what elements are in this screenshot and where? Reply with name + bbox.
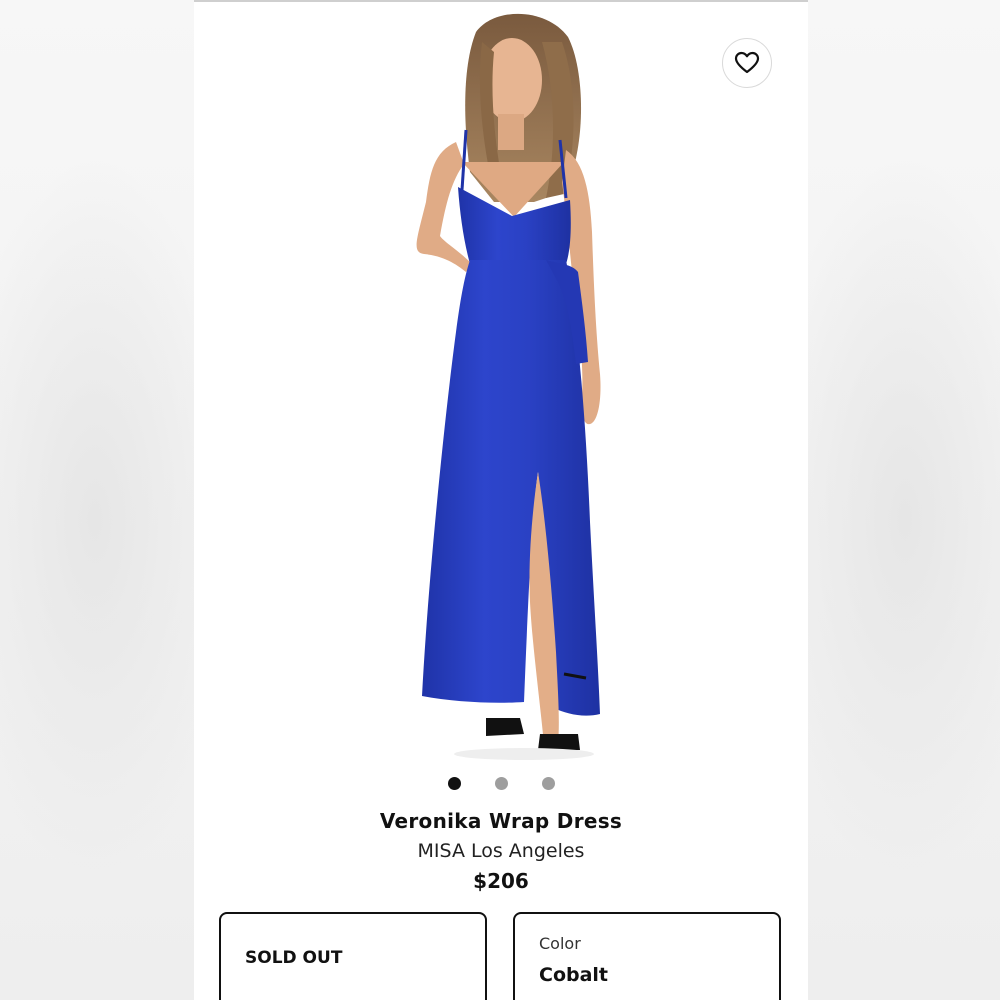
product-price: $206 (473, 869, 529, 893)
favorite-button[interactable] (722, 38, 772, 88)
carousel-dot-1[interactable] (447, 777, 461, 790)
product-brand[interactable]: MISA Los Angeles (194, 836, 808, 866)
product-title: Veronika Wrap Dress (379, 809, 623, 833)
size-selector[interactable]: SOLD OUT (219, 912, 487, 1000)
product-info: Veronika Wrap Dress MISA Los Angeles $20… (194, 806, 808, 896)
color-label: Color (539, 934, 581, 953)
product-image[interactable] (194, 2, 808, 762)
color-value: Cobalt (539, 964, 609, 986)
carousel-dot-3[interactable] (541, 777, 555, 790)
sold-out-label: SOLD OUT (245, 948, 343, 968)
model-photo (416, 13, 601, 760)
image-carousel-indicators (194, 777, 808, 791)
product-screen: Veronika Wrap Dress MISA Los Angeles $20… (194, 0, 808, 1000)
color-selector[interactable]: Color Cobalt (513, 912, 781, 1000)
carousel-dot-2[interactable] (494, 777, 508, 790)
heart-icon (734, 51, 760, 74)
